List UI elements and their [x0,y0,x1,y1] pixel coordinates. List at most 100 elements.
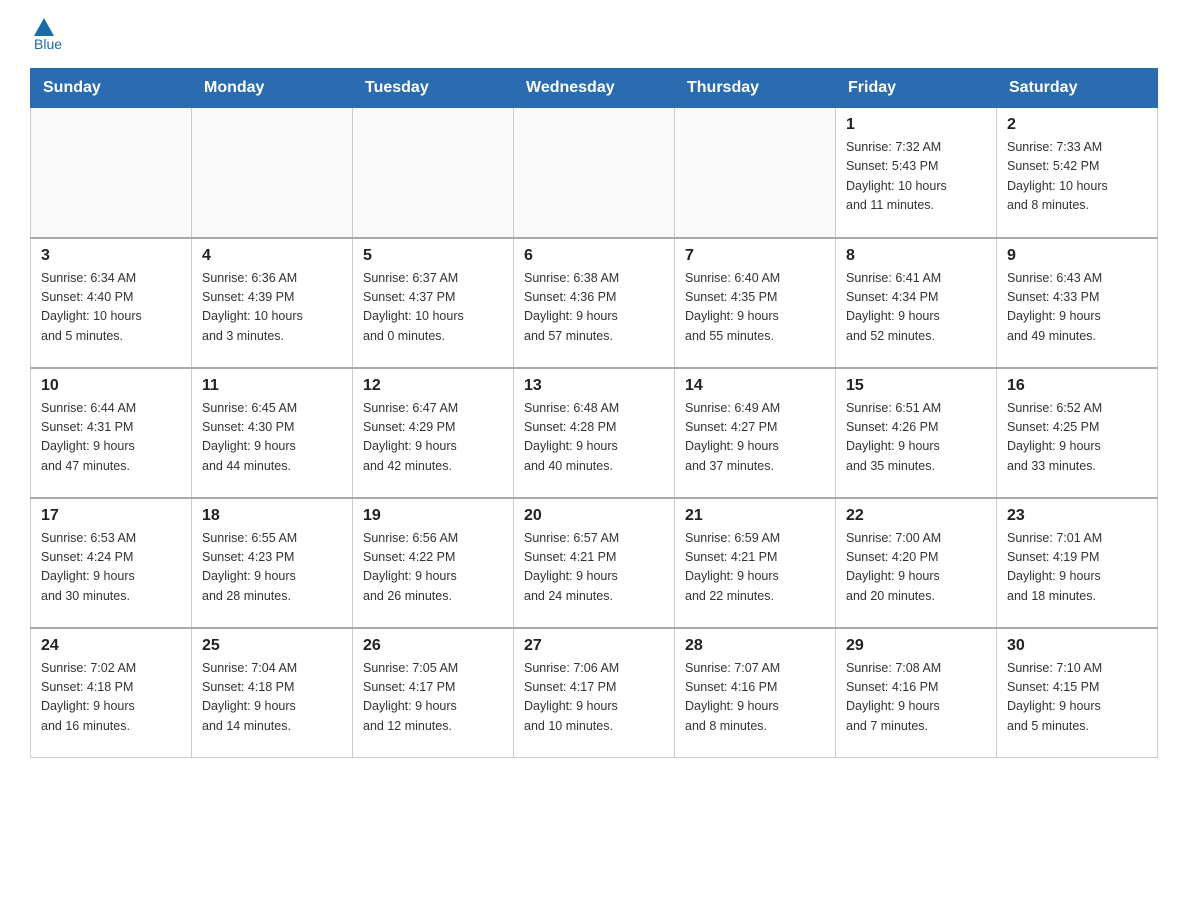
day-number: 13 [524,377,664,395]
calendar-cell: 5 Sunrise: 6:37 AM Sunset: 4:37 PM Daylig… [353,238,514,368]
calendar-cell: 24 Sunrise: 7:02 AM Sunset: 4:18 PM Dayli… [31,628,192,758]
day-of-week-header: Sunday [31,69,192,108]
calendar-cell [675,108,836,238]
day-info: Sunrise: 6:56 AM Sunset: 4:22 PM Dayligh… [363,529,503,607]
day-info: Sunrise: 6:37 AM Sunset: 4:37 PM Dayligh… [363,269,503,347]
day-info: Sunrise: 7:10 AM Sunset: 4:15 PM Dayligh… [1007,659,1147,737]
day-number: 11 [202,377,342,395]
day-info: Sunrise: 7:01 AM Sunset: 4:19 PM Dayligh… [1007,529,1147,607]
calendar-week-row: 17 Sunrise: 6:53 AM Sunset: 4:24 PM Dayli… [31,498,1158,628]
calendar-cell: 20 Sunrise: 6:57 AM Sunset: 4:21 PM Dayli… [514,498,675,628]
calendar-cell: 11 Sunrise: 6:45 AM Sunset: 4:30 PM Dayli… [192,368,353,498]
day-info: Sunrise: 7:32 AM Sunset: 5:43 PM Dayligh… [846,138,986,216]
day-info: Sunrise: 6:41 AM Sunset: 4:34 PM Dayligh… [846,269,986,347]
day-number: 7 [685,247,825,265]
day-info: Sunrise: 6:38 AM Sunset: 4:36 PM Dayligh… [524,269,664,347]
day-number: 18 [202,507,342,525]
day-number: 24 [41,637,181,655]
logo-triangle-icon [34,18,54,36]
calendar-cell: 19Sunrise: 6:56 AM Sunset: 4:22 PM Dayli… [353,498,514,628]
calendar-cell: 21 Sunrise: 6:59 AM Sunset: 4:21 PM Dayli… [675,498,836,628]
calendar-cell: 9Sunrise: 6:43 AM Sunset: 4:33 PM Daylig… [997,238,1158,368]
day-number: 8 [846,247,986,265]
day-info: Sunrise: 6:45 AM Sunset: 4:30 PM Dayligh… [202,399,342,477]
calendar-week-row: 24 Sunrise: 7:02 AM Sunset: 4:18 PM Dayli… [31,628,1158,758]
calendar-cell [353,108,514,238]
day-number: 1 [846,116,986,134]
calendar-header-row: SundayMondayTuesdayWednesdayThursdayFrid… [31,69,1158,108]
day-of-week-header: Wednesday [514,69,675,108]
day-info: Sunrise: 6:47 AM Sunset: 4:29 PM Dayligh… [363,399,503,477]
calendar-week-row: 10Sunrise: 6:44 AM Sunset: 4:31 PM Dayli… [31,368,1158,498]
calendar-cell [31,108,192,238]
calendar-cell: 10Sunrise: 6:44 AM Sunset: 4:31 PM Dayli… [31,368,192,498]
day-of-week-header: Monday [192,69,353,108]
day-info: Sunrise: 6:36 AM Sunset: 4:39 PM Dayligh… [202,269,342,347]
day-info: Sunrise: 7:00 AM Sunset: 4:20 PM Dayligh… [846,529,986,607]
calendar-cell: 30 Sunrise: 7:10 AM Sunset: 4:15 PM Dayli… [997,628,1158,758]
calendar-cell: 18 Sunrise: 6:55 AM Sunset: 4:23 PM Dayli… [192,498,353,628]
calendar-cell: 7 Sunrise: 6:40 AM Sunset: 4:35 PM Daylig… [675,238,836,368]
day-number: 4 [202,247,342,265]
calendar-cell: 27Sunrise: 7:06 AM Sunset: 4:17 PM Dayli… [514,628,675,758]
day-number: 17 [41,507,181,525]
calendar-week-row: 1 Sunrise: 7:32 AM Sunset: 5:43 PM Daylig… [31,108,1158,238]
day-number: 14 [685,377,825,395]
day-number: 23 [1007,507,1147,525]
day-info: Sunrise: 6:49 AM Sunset: 4:27 PM Dayligh… [685,399,825,477]
calendar-cell: 16 Sunrise: 6:52 AM Sunset: 4:25 PM Dayli… [997,368,1158,498]
day-of-week-header: Thursday [675,69,836,108]
calendar-cell: 26 Sunrise: 7:05 AM Sunset: 4:17 PM Dayli… [353,628,514,758]
day-info: Sunrise: 7:33 AM Sunset: 5:42 PM Dayligh… [1007,138,1147,216]
day-of-week-header: Tuesday [353,69,514,108]
page-header: Blue [30,20,1158,52]
day-info: Sunrise: 7:07 AM Sunset: 4:16 PM Dayligh… [685,659,825,737]
calendar-cell: 2 Sunrise: 7:33 AM Sunset: 5:42 PM Daylig… [997,108,1158,238]
day-number: 20 [524,507,664,525]
logo: Blue [30,20,62,52]
calendar-cell: 1 Sunrise: 7:32 AM Sunset: 5:43 PM Daylig… [836,108,997,238]
day-number: 5 [363,247,503,265]
calendar-cell: 28 Sunrise: 7:07 AM Sunset: 4:16 PM Dayli… [675,628,836,758]
day-number: 26 [363,637,503,655]
day-number: 12 [363,377,503,395]
calendar-cell: 23 Sunrise: 7:01 AM Sunset: 4:19 PM Dayli… [997,498,1158,628]
day-number: 16 [1007,377,1147,395]
calendar-cell: 8 Sunrise: 6:41 AM Sunset: 4:34 PM Daylig… [836,238,997,368]
calendar-cell [514,108,675,238]
calendar-cell: 22 Sunrise: 7:00 AM Sunset: 4:20 PM Dayli… [836,498,997,628]
day-number: 6 [524,247,664,265]
day-number: 15 [846,377,986,395]
calendar-cell: 13Sunrise: 6:48 AM Sunset: 4:28 PM Dayli… [514,368,675,498]
day-info: Sunrise: 6:51 AM Sunset: 4:26 PM Dayligh… [846,399,986,477]
calendar-week-row: 3Sunrise: 6:34 AM Sunset: 4:40 PM Daylig… [31,238,1158,368]
day-info: Sunrise: 6:59 AM Sunset: 4:21 PM Dayligh… [685,529,825,607]
day-info: Sunrise: 7:05 AM Sunset: 4:17 PM Dayligh… [363,659,503,737]
day-info: Sunrise: 7:08 AM Sunset: 4:16 PM Dayligh… [846,659,986,737]
calendar-cell: 14 Sunrise: 6:49 AM Sunset: 4:27 PM Dayli… [675,368,836,498]
day-number: 27 [524,637,664,655]
day-info: Sunrise: 6:43 AM Sunset: 4:33 PM Dayligh… [1007,269,1147,347]
calendar-cell: 6 Sunrise: 6:38 AM Sunset: 4:36 PM Daylig… [514,238,675,368]
day-number: 28 [685,637,825,655]
day-info: Sunrise: 6:55 AM Sunset: 4:23 PM Dayligh… [202,529,342,607]
day-info: Sunrise: 6:40 AM Sunset: 4:35 PM Dayligh… [685,269,825,347]
day-number: 2 [1007,116,1147,134]
day-info: Sunrise: 7:04 AM Sunset: 4:18 PM Dayligh… [202,659,342,737]
day-number: 3 [41,247,181,265]
calendar-cell: 4 Sunrise: 6:36 AM Sunset: 4:39 PM Daylig… [192,238,353,368]
day-number: 25 [202,637,342,655]
calendar-table: SundayMondayTuesdayWednesdayThursdayFrid… [30,68,1158,758]
calendar-cell: 15 Sunrise: 6:51 AM Sunset: 4:26 PM Dayli… [836,368,997,498]
day-info: Sunrise: 6:52 AM Sunset: 4:25 PM Dayligh… [1007,399,1147,477]
day-info: Sunrise: 6:57 AM Sunset: 4:21 PM Dayligh… [524,529,664,607]
day-number: 22 [846,507,986,525]
day-info: Sunrise: 6:53 AM Sunset: 4:24 PM Dayligh… [41,529,181,607]
calendar-cell: 25 Sunrise: 7:04 AM Sunset: 4:18 PM Dayli… [192,628,353,758]
day-number: 30 [1007,637,1147,655]
day-number: 29 [846,637,986,655]
day-number: 21 [685,507,825,525]
day-number: 10 [41,377,181,395]
day-info: Sunrise: 7:02 AM Sunset: 4:18 PM Dayligh… [41,659,181,737]
day-of-week-header: Friday [836,69,997,108]
